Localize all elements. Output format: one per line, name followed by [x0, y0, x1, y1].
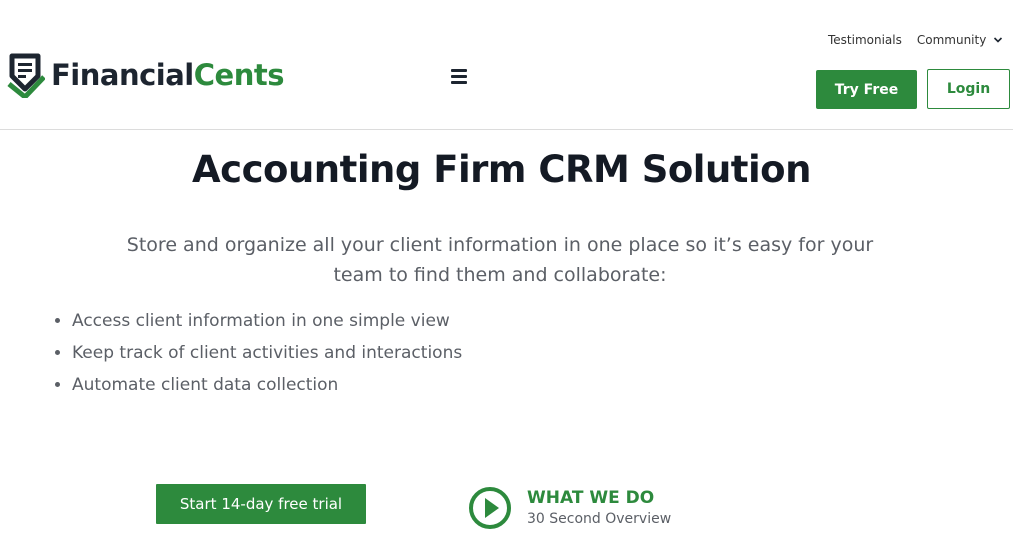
- what-we-do-video-link[interactable]: WHAT WE DO 30 Second Overview: [468, 486, 671, 530]
- what-we-do-title: WHAT WE DO: [527, 487, 655, 508]
- overview-subtitle: 30 Second Overview: [527, 510, 672, 527]
- try-free-button[interactable]: Try Free: [816, 70, 917, 109]
- community-link[interactable]: Community: [917, 33, 986, 47]
- top-links: Testimonials Community: [828, 33, 1003, 47]
- page-title: Accounting Firm CRM Solution: [192, 148, 811, 191]
- feature-list-item: Access client information in one simple …: [72, 308, 462, 340]
- hero-subtitle: Store and organize all your client infor…: [126, 234, 874, 286]
- feature-list: Access client information in one simple …: [56, 308, 462, 404]
- start-trial-button[interactable]: Start 14-day free trial: [156, 484, 366, 524]
- what-we-do-text: WHAT WE DO 30 Second Overview: [527, 488, 671, 529]
- logo[interactable]: FinancialCents: [7, 52, 285, 98]
- financialcents-logo-icon: [7, 53, 45, 98]
- chevron-down-icon: [994, 37, 1003, 43]
- feature-list-item: Automate client data collection: [72, 372, 462, 404]
- testimonials-link[interactable]: Testimonials: [828, 33, 902, 47]
- login-button[interactable]: Login: [927, 69, 1010, 109]
- play-circle-icon: [469, 487, 511, 529]
- hamburger-menu-icon[interactable]: [451, 69, 467, 84]
- logo-wordmark: FinancialCents: [51, 57, 285, 92]
- logo-text-cents: Cents: [193, 57, 285, 92]
- logo-text-financial: Financial: [51, 57, 194, 92]
- site-header: FinancialCents Testimonials Community Tr…: [0, 0, 1013, 130]
- community-dropdown[interactable]: Community: [917, 33, 1003, 47]
- feature-list-item: Keep track of client activities and inte…: [72, 340, 462, 372]
